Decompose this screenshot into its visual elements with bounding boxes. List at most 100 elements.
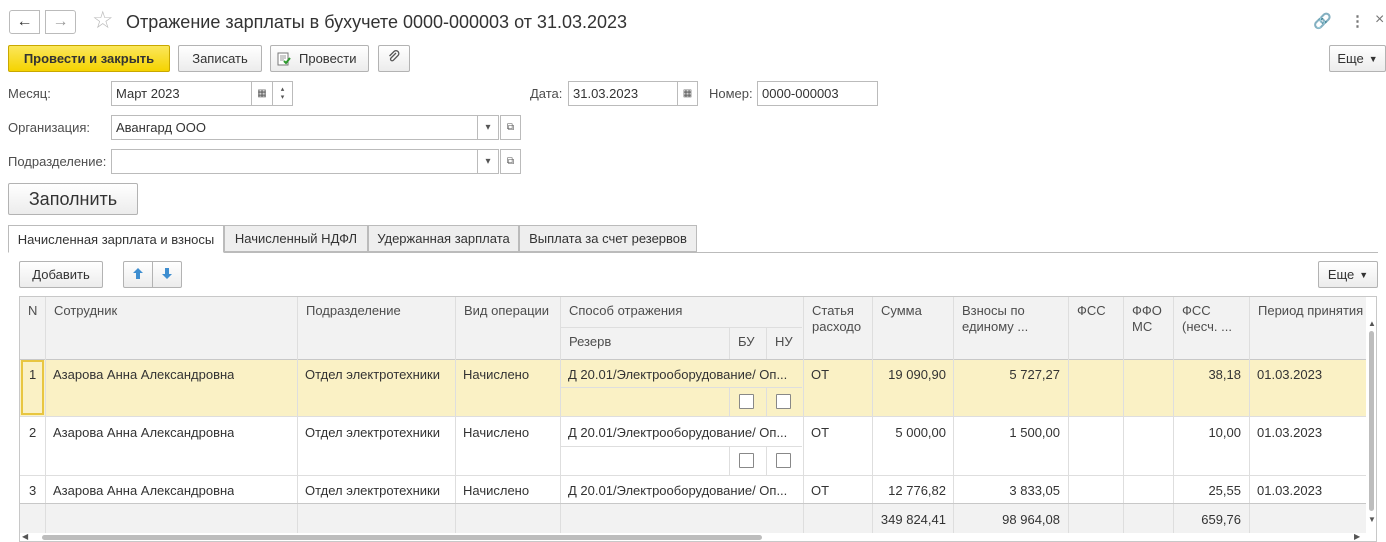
- header-department[interactable]: Подразделение: [298, 297, 409, 325]
- cell-method: Д 20.01/Электрооборудование/ Оп...: [568, 367, 788, 382]
- salary-table[interactable]: N Сотрудник Подразделение Вид операции С…: [19, 296, 1377, 542]
- header-contrib-line2: единому ...: [962, 319, 1029, 334]
- header-fss-ns[interactable]: ФСС (несч. ...: [1174, 297, 1240, 341]
- cell-period: 01.03.2023: [1257, 367, 1323, 382]
- row-divider: [20, 416, 1366, 417]
- header-expense-line2: расходо: [812, 319, 862, 334]
- col-divider: [45, 504, 46, 534]
- more-menu-icon[interactable]: ⋮: [1350, 12, 1365, 30]
- cell-operation: Начислено: [463, 483, 530, 498]
- post-button[interactable]: Провести: [270, 45, 369, 72]
- cell-method: Д 20.01/Электрооборудование/ Оп...: [568, 483, 788, 498]
- header-method[interactable]: Способ отражения: [561, 297, 690, 325]
- header-operation[interactable]: Вид операции: [456, 297, 557, 325]
- tab-accrued-salary[interactable]: Начисленная зарплата и взносы: [8, 225, 224, 253]
- header-contrib[interactable]: Взносы по единому ...: [954, 297, 1036, 341]
- nu-checkbox[interactable]: [776, 453, 791, 468]
- header-bu[interactable]: БУ: [730, 328, 763, 356]
- save-button[interactable]: Записать: [178, 45, 262, 72]
- col-divider: [803, 504, 804, 534]
- table-footer: 349 824,41 98 964,08 659,76: [20, 503, 1366, 534]
- header-fss-ns-line1: ФСС: [1182, 303, 1211, 318]
- arrow-down-icon: [161, 267, 173, 283]
- calendar-button[interactable]: ▦: [252, 81, 273, 106]
- fill-button[interactable]: Заполнить: [8, 183, 138, 215]
- department-open-button[interactable]: ⧉: [500, 149, 521, 174]
- stepper-up-icon: ▴: [280, 85, 285, 93]
- header-period[interactable]: Период принятия: [1250, 297, 1371, 325]
- organization-label: Организация:: [8, 120, 91, 135]
- department-dropdown-button[interactable]: ▾: [478, 149, 499, 174]
- tab-withheld-salary[interactable]: Удержанная зарплата: [368, 225, 519, 252]
- date-calendar-button[interactable]: ▦: [678, 81, 698, 106]
- vertical-scrollbar-thumb[interactable]: [1369, 331, 1374, 511]
- more-button[interactable]: Еще ▼: [1329, 45, 1386, 72]
- col-divider: [560, 504, 561, 534]
- col-divider: [766, 387, 767, 416]
- cell-fss-ns: 38,18: [1208, 367, 1241, 382]
- header-ffoms[interactable]: ФФО МС: [1124, 297, 1170, 341]
- total-fss-ns: 659,76: [1201, 512, 1241, 527]
- scroll-up-icon[interactable]: ▲: [1368, 319, 1376, 328]
- move-down-button[interactable]: [152, 261, 182, 288]
- scroll-left-icon[interactable]: ◀: [22, 532, 28, 541]
- organization-open-button[interactable]: ⧉: [500, 115, 521, 140]
- header-employee[interactable]: Сотрудник: [46, 297, 125, 325]
- cell-operation: Начислено: [463, 367, 530, 382]
- number-label: Номер:: [709, 86, 753, 101]
- organization-field[interactable]: Авангард ООО: [111, 115, 478, 140]
- tab-accrued-ndfl[interactable]: Начисленный НДФЛ: [224, 225, 368, 252]
- table-more-button[interactable]: Еще ▼: [1318, 261, 1378, 288]
- close-icon[interactable]: ×: [1375, 11, 1384, 29]
- link-icon[interactable]: 🔗: [1313, 12, 1332, 30]
- cell-contrib: 3 833,05: [1009, 483, 1060, 498]
- cell-employee: Азарова Анна Александровна: [53, 425, 235, 440]
- chevron-down-icon: ▼: [1359, 269, 1369, 280]
- row-divider: [20, 475, 1366, 476]
- header-expense[interactable]: Статья расходо: [804, 297, 869, 341]
- horizontal-scrollbar-thumb[interactable]: [42, 535, 762, 540]
- tab-reserve-payments[interactable]: Выплата за счет резервов: [519, 225, 697, 252]
- calendar-icon: ▦: [257, 88, 267, 99]
- col-divider: [455, 504, 456, 534]
- add-button[interactable]: Добавить: [19, 261, 103, 288]
- bu-checkbox[interactable]: [739, 453, 754, 468]
- month-label: Месяц:: [8, 86, 51, 101]
- scroll-down-icon[interactable]: ▼: [1368, 515, 1376, 524]
- attach-button[interactable]: [378, 45, 410, 72]
- bu-checkbox[interactable]: [739, 394, 754, 409]
- horizontal-scrollbar[interactable]: ◀ ▶: [20, 532, 1366, 541]
- date-field[interactable]: 31.03.2023: [568, 81, 678, 106]
- header-ffoms-line2: МС: [1132, 319, 1153, 334]
- cell-employee: Азарова Анна Александровна: [53, 367, 235, 382]
- department-field[interactable]: [111, 149, 478, 174]
- number-field[interactable]: 0000-000003: [757, 81, 878, 106]
- forward-button[interactable]: →: [45, 10, 76, 34]
- vertical-scrollbar[interactable]: ▲ ▼: [1366, 297, 1376, 533]
- header-fss[interactable]: ФСС: [1069, 297, 1114, 325]
- cell-department: Отдел электротехники: [305, 425, 440, 440]
- header-nu[interactable]: НУ: [767, 328, 801, 356]
- table-more-label: Еще: [1327, 267, 1355, 282]
- cell-expense: ОТ: [811, 425, 830, 440]
- month-field[interactable]: Март 2023: [111, 81, 252, 106]
- more-button-label: Еще: [1337, 51, 1364, 66]
- chevron-down-icon: ▾: [485, 122, 491, 133]
- chevron-down-icon: ▾: [485, 156, 491, 167]
- chevron-down-icon: ▼: [1368, 53, 1378, 64]
- organization-dropdown-button[interactable]: ▾: [478, 115, 499, 140]
- month-stepper[interactable]: ▴ ▾: [273, 81, 293, 106]
- header-reserve[interactable]: Резерв: [561, 328, 619, 356]
- header-n[interactable]: N: [20, 297, 46, 325]
- total-contrib: 98 964,08: [1002, 512, 1060, 527]
- total-sum: 349 824,41: [880, 512, 946, 527]
- post-and-close-button[interactable]: Провести и закрыть: [8, 45, 170, 72]
- back-button[interactable]: ←: [9, 10, 40, 34]
- nu-checkbox[interactable]: [776, 394, 791, 409]
- move-up-button[interactable]: [123, 261, 153, 288]
- scroll-right-icon[interactable]: ▶: [1354, 532, 1360, 541]
- paperclip-icon: [387, 50, 401, 67]
- favorite-star-icon[interactable]: ☆: [92, 8, 114, 34]
- cell-sum: 5 000,00: [895, 425, 946, 440]
- header-sum[interactable]: Сумма: [873, 297, 930, 325]
